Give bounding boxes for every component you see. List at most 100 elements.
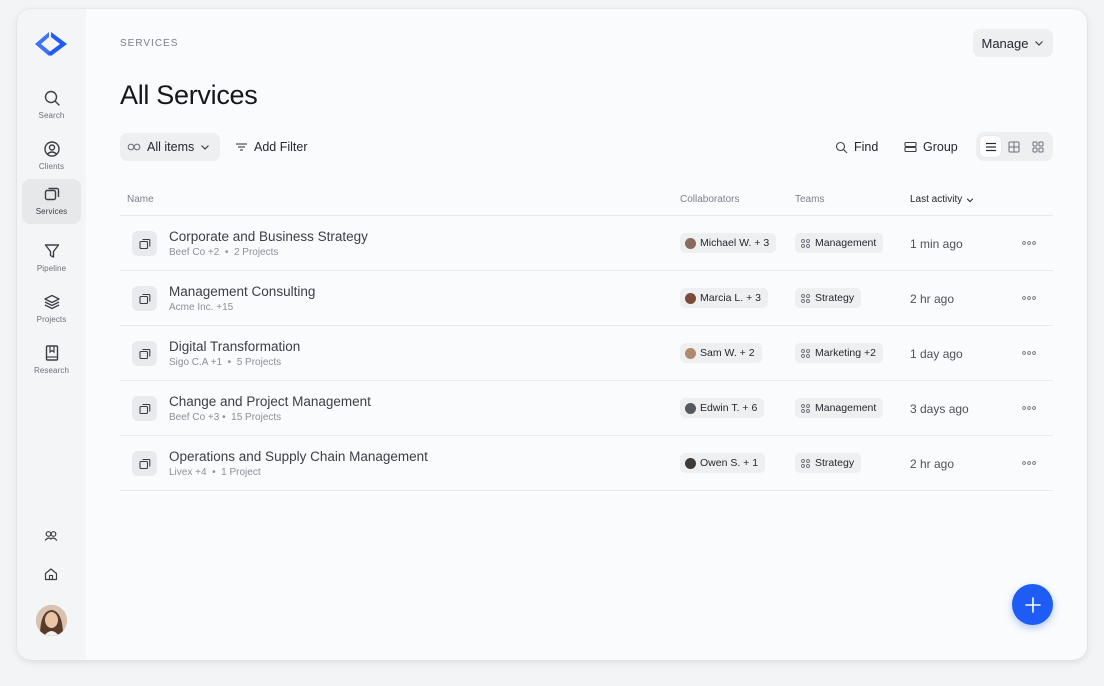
- home-icon[interactable]: [43, 566, 59, 582]
- team-label: Strategy: [815, 292, 855, 304]
- chevron-down-icon: [967, 197, 974, 202]
- group-icon: [904, 141, 917, 153]
- sidebar-item-label: Clients: [38, 162, 65, 171]
- app-logo-icon[interactable]: [32, 29, 70, 59]
- add-service-button[interactable]: [1012, 584, 1053, 625]
- collaborators-chip[interactable]: Edwin T. + 6: [680, 398, 765, 418]
- sidebar-item-services[interactable]: Services: [22, 179, 81, 224]
- filter-icon: [44, 244, 59, 258]
- collaborator-avatar: [685, 402, 696, 414]
- collaborator-avatar: [685, 237, 696, 249]
- service-title[interactable]: Operations and Supply Chain Management: [169, 449, 428, 464]
- search-icon: [835, 141, 848, 153]
- sidebar: Search Clients Services Pipeline Project…: [17, 9, 86, 660]
- sidebar-item-research[interactable]: Research: [22, 338, 81, 383]
- table-row[interactable]: Corporate and Business Strategy Beef Co …: [120, 216, 1053, 271]
- collaborators-chip[interactable]: Owen S. + 1: [680, 453, 766, 473]
- manage-label: Manage: [981, 35, 1029, 51]
- table-row[interactable]: Operations and Supply Chain Management L…: [120, 436, 1053, 491]
- add-filter-label: Add Filter: [254, 140, 308, 154]
- service-projects: 1 Project: [221, 467, 261, 478]
- all-items-dropdown[interactable]: All items: [120, 133, 220, 161]
- column-header-label: Last activity: [910, 194, 963, 205]
- gallery-view-button[interactable]: [1028, 136, 1049, 157]
- book-icon: [45, 345, 58, 361]
- service-client: Beef Co +2: [169, 247, 220, 258]
- sidebar-item-label: Pipeline: [36, 264, 67, 273]
- team-grid-icon: [801, 293, 810, 303]
- column-header-collaborators[interactable]: Collaborators: [680, 194, 739, 205]
- filter-lines-icon: [236, 143, 247, 151]
- find-button[interactable]: Find: [835, 133, 878, 161]
- service-projects: 2 Projects: [233, 247, 279, 258]
- team-label: Management: [815, 402, 877, 414]
- infinity-icon: [127, 143, 141, 151]
- service-client: Acme Inc. +15: [169, 302, 234, 313]
- service-client: Beef Co +3: [169, 412, 220, 423]
- search-icon: [44, 90, 60, 106]
- more-options-icon[interactable]: [1022, 236, 1038, 250]
- grid-view-button[interactable]: [1004, 136, 1025, 157]
- sidebar-item-projects[interactable]: Projects: [22, 287, 81, 332]
- service-meta: Sigo C.A +1 • 5 Projects: [169, 357, 282, 368]
- team-label: Marketing +2: [815, 347, 876, 359]
- add-filter-button[interactable]: Add Filter: [233, 133, 308, 161]
- more-options-icon[interactable]: [1022, 291, 1038, 305]
- last-activity: 1 day ago: [910, 347, 963, 361]
- more-options-icon[interactable]: [1022, 456, 1038, 470]
- table-row[interactable]: Management Consulting Acme Inc. +15 Marc…: [120, 271, 1053, 326]
- service-title[interactable]: Corporate and Business Strategy: [169, 229, 368, 244]
- service-title[interactable]: Digital Transformation: [169, 339, 300, 354]
- list-view-button[interactable]: [980, 136, 1002, 157]
- collaborator-avatar: [685, 347, 696, 359]
- collaborators-label: Owen S. + 1: [700, 457, 759, 469]
- chevron-down-icon: [201, 145, 210, 150]
- collaborators-chip[interactable]: Michael W. + 3: [680, 233, 777, 253]
- service-meta: Beef Co +2 • 2 Projects: [169, 247, 279, 258]
- group-button[interactable]: Group: [904, 133, 958, 161]
- manage-button[interactable]: Manage: [973, 29, 1053, 57]
- team-chip[interactable]: Strategy: [795, 288, 862, 308]
- group-label: Group: [923, 140, 958, 154]
- last-activity: 3 days ago: [910, 402, 969, 416]
- sidebar-item-search[interactable]: Search: [22, 83, 81, 128]
- team-grid-icon: [801, 403, 810, 413]
- list-view-icon: [985, 142, 996, 151]
- collaborators-chip[interactable]: Marcia L. + 3: [680, 288, 768, 308]
- collaborator-avatar: [685, 292, 696, 304]
- sidebar-item-label: Research: [33, 366, 70, 375]
- team-chip[interactable]: Management: [795, 233, 884, 253]
- sidebar-item-pipeline[interactable]: Pipeline: [22, 236, 81, 281]
- service-icon: [132, 231, 157, 256]
- team-chip[interactable]: Management: [795, 398, 884, 418]
- collaborators-label: Edwin T. + 6: [700, 402, 758, 414]
- service-title[interactable]: Change and Project Management: [169, 394, 371, 409]
- table-row[interactable]: Change and Project Management Beef Co +3…: [120, 381, 1053, 436]
- sidebar-item-clients[interactable]: Clients: [22, 134, 81, 179]
- all-items-label: All items: [147, 140, 195, 154]
- service-title[interactable]: Management Consulting: [169, 284, 315, 299]
- grid-view-icon: [1008, 141, 1020, 152]
- team-chip[interactable]: Marketing +2: [795, 343, 883, 363]
- table-row[interactable]: Digital Transformation Sigo C.A +1 • 5 P…: [120, 326, 1053, 381]
- more-options-icon[interactable]: [1022, 346, 1038, 360]
- collaborators-chip[interactable]: Sam W. + 2: [680, 343, 762, 363]
- last-activity: 2 hr ago: [910, 457, 955, 471]
- team-icon[interactable]: [43, 528, 59, 544]
- service-icon: [132, 451, 157, 476]
- user-avatar[interactable]: [36, 605, 67, 636]
- column-header-last-activity[interactable]: Last activity: [910, 194, 974, 205]
- team-grid-icon: [801, 458, 810, 468]
- gallery-view-icon: [1032, 141, 1044, 152]
- team-chip[interactable]: Strategy: [795, 453, 862, 473]
- service-client: Sigo C.A +1: [169, 357, 223, 368]
- more-options-icon[interactable]: [1022, 401, 1038, 415]
- column-header-name[interactable]: Name: [127, 194, 154, 205]
- last-activity: 2 hr ago: [910, 292, 955, 306]
- view-toggle: [976, 132, 1053, 161]
- column-header-teams[interactable]: Teams: [795, 194, 824, 205]
- service-icon: [132, 286, 157, 311]
- breadcrumb: SERVICES: [120, 38, 179, 49]
- service-client: Livex +4: [169, 467, 207, 478]
- sidebar-item-label: Search: [38, 111, 65, 120]
